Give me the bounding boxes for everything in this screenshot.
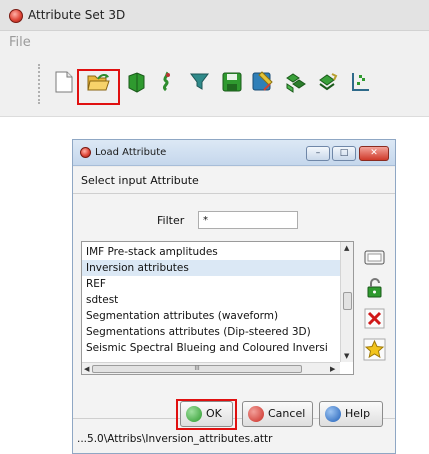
- remove-icon[interactable]: [363, 307, 386, 330]
- scroll-right-icon[interactable]: ▶: [330, 365, 335, 373]
- vertical-scroll-thumb[interactable]: [343, 292, 352, 310]
- list-item-selected[interactable]: Inversion attributes: [82, 260, 340, 276]
- ok-highlight: [176, 399, 237, 430]
- import-from-file-icon[interactable]: [188, 70, 212, 94]
- dialog-body: Select input Attribute Filter * IMF Pre-…: [73, 167, 395, 453]
- evaluate-set-icon[interactable]: [316, 70, 340, 94]
- cancel-icon: [248, 406, 264, 422]
- rename-icon[interactable]: [363, 246, 386, 269]
- scroll-left-icon[interactable]: ◀: [84, 365, 89, 373]
- maximize-button[interactable]: □: [332, 146, 356, 161]
- cancel-button[interactable]: Cancel: [242, 401, 313, 427]
- dialog-heading: Select input Attribute: [81, 174, 199, 187]
- open-set-highlight: [77, 69, 120, 105]
- file-path-status: ...5.0\Attribs\Inversion_attributes.attr: [77, 433, 273, 445]
- import-attributes-icon[interactable]: [156, 70, 180, 94]
- list-item[interactable]: Segmentations attributes (Dip-steered 3D…: [82, 324, 340, 340]
- help-button[interactable]: Help: [319, 401, 383, 427]
- close-button[interactable]: ✕: [359, 146, 389, 161]
- scroll-up-icon[interactable]: ▲: [344, 244, 349, 252]
- evaluate-attribute-icon[interactable]: [284, 70, 308, 94]
- dialog-titlebar: Load Attribute – □ ✕: [73, 140, 395, 166]
- default-set-icon[interactable]: [124, 70, 148, 94]
- scroll-down-icon[interactable]: ▼: [344, 352, 349, 360]
- menu-bar: File: [0, 31, 429, 57]
- help-icon: [325, 406, 341, 422]
- dialog-title: Load Attribute: [95, 147, 167, 158]
- filter-label: Filter: [157, 214, 185, 227]
- save-set-icon[interactable]: [220, 70, 244, 94]
- window-titlebar: Attribute Set 3D: [0, 0, 429, 31]
- unlock-icon[interactable]: [363, 277, 386, 300]
- toolbar-grip[interactable]: [38, 64, 40, 104]
- new-set-icon[interactable]: [52, 70, 76, 94]
- list-item[interactable]: IMF Pre-stack amplitudes: [82, 244, 340, 260]
- list-item[interactable]: sdtest: [82, 292, 340, 308]
- menu-file[interactable]: File: [9, 35, 31, 50]
- set-default-star-icon[interactable]: [363, 338, 386, 361]
- app-icon: [9, 9, 23, 23]
- attribute-list[interactable]: IMF Pre-stack amplitudes Inversion attri…: [81, 241, 354, 375]
- divider: [73, 193, 395, 194]
- filter-input[interactable]: *: [198, 211, 298, 229]
- window-title: Attribute Set 3D: [28, 8, 126, 22]
- load-attribute-dialog: Load Attribute – □ ✕ Select input Attrib…: [72, 139, 396, 454]
- toolbar: [0, 57, 429, 117]
- horizontal-scrollbar[interactable]: ◀ III ▶: [82, 362, 340, 374]
- minimize-button[interactable]: –: [306, 146, 330, 161]
- vertical-scrollbar[interactable]: ▲ ▼: [340, 242, 353, 362]
- list-item[interactable]: Seismic Spectral Blueing and Coloured In…: [82, 340, 340, 356]
- list-item[interactable]: Segmentation attributes (waveform): [82, 308, 340, 324]
- crossplot-icon[interactable]: [348, 70, 372, 94]
- save-as-icon[interactable]: [250, 70, 274, 94]
- attribute-set-window: Attribute Set 3D File: [0, 0, 429, 120]
- list-item[interactable]: REF: [82, 276, 340, 292]
- app-icon: [80, 147, 91, 158]
- horizontal-scroll-thumb[interactable]: III: [92, 365, 302, 373]
